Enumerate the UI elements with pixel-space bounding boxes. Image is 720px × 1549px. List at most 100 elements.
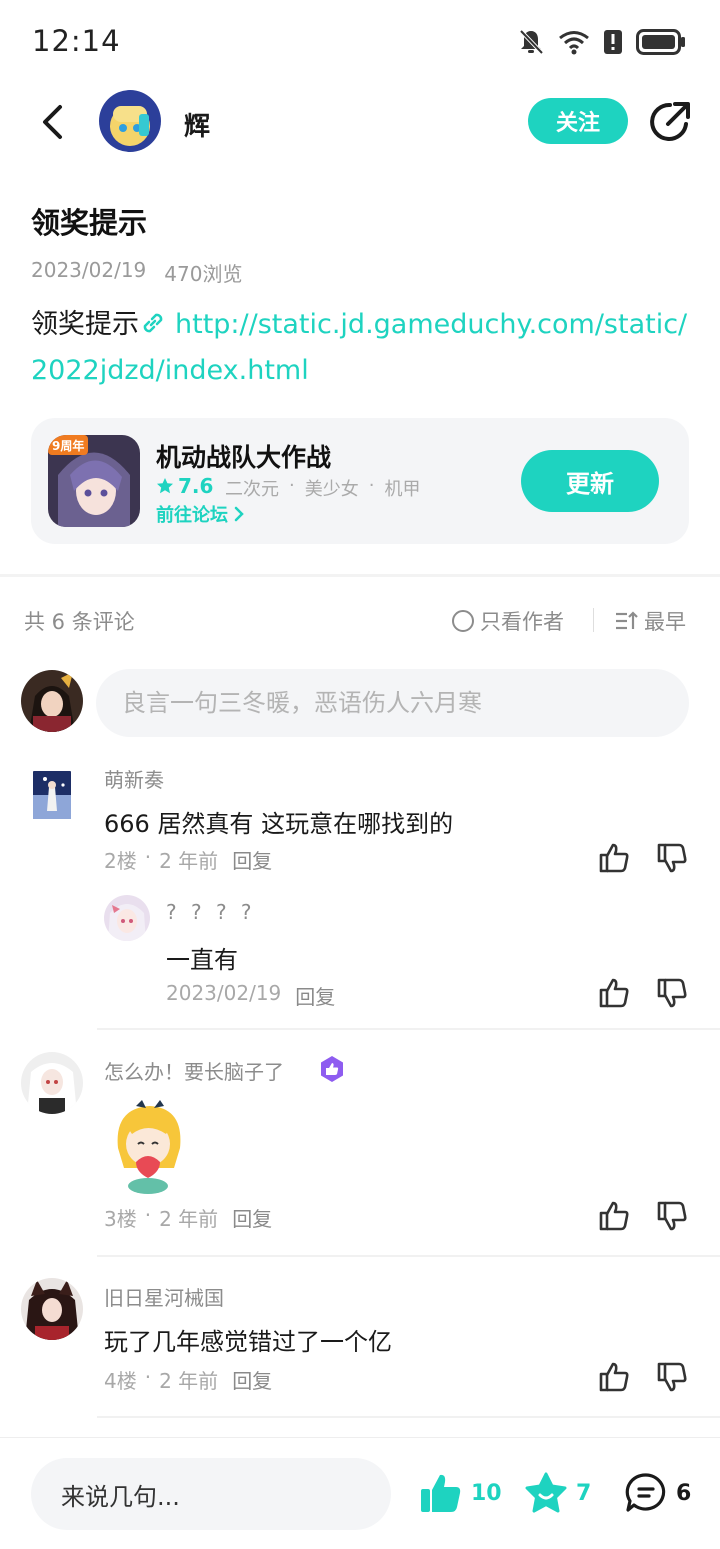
say-something-input[interactable]: 来说几句...	[31, 1458, 391, 1530]
thumb-down-icon[interactable]	[655, 1360, 689, 1394]
reply-button[interactable]: 回复	[232, 1365, 272, 1394]
favorite-button[interactable]: 7	[524, 1472, 591, 1514]
comment-meta: 2楼 · 2 年前 回复	[104, 845, 273, 874]
comment-count: 共 6 条评论	[24, 610, 135, 634]
thumb-up-icon[interactable]	[597, 976, 631, 1010]
comment-time: 2 年前	[159, 1207, 219, 1231]
like-button[interactable]: 10	[419, 1472, 502, 1514]
comment-meta: 3楼 · 2 年前 回复	[104, 1203, 273, 1232]
thumb-down-icon[interactable]	[655, 841, 689, 875]
status-bar: 12:14	[0, 0, 720, 86]
status-time: 12:14	[32, 24, 121, 58]
reply-meta: 2023/02/19 回复	[166, 981, 335, 1010]
game-rating: 7.6	[156, 474, 213, 498]
comment-divider	[97, 1028, 720, 1030]
update-button[interactable]: 更新	[521, 450, 659, 512]
badge-icon	[321, 1056, 343, 1082]
sort-button[interactable]: 最早	[614, 606, 686, 636]
comment-toolbar: 共 6 条评论 只看作者 最早	[0, 600, 720, 640]
comments-count: 6	[676, 1480, 692, 1506]
game-rating-value: 7.6	[178, 474, 214, 498]
star-icon	[157, 478, 173, 494]
game-tags: 二次元 · 美少女 · 机甲	[225, 475, 420, 501]
section-divider	[0, 574, 720, 577]
alert-icon	[604, 30, 622, 54]
comment-divider	[97, 1255, 720, 1257]
battery-icon	[636, 29, 685, 55]
author-avatar[interactable]	[99, 90, 161, 152]
game-tag: 机甲	[384, 479, 421, 500]
favorite-star-icon	[525, 1472, 567, 1513]
comment-text: 玩了几年感觉错过了一个亿	[104, 1328, 392, 1356]
comment-time: 2 年前	[159, 849, 219, 873]
comment-floor: 4楼	[104, 1369, 137, 1393]
comment-icon	[625, 1473, 666, 1512]
circle-icon	[452, 610, 474, 632]
author-name[interactable]: 辉	[184, 106, 210, 143]
follow-button[interactable]: 关注	[528, 98, 628, 144]
commenter-avatar[interactable]	[21, 1278, 83, 1340]
only-author-toggle[interactable]: 只看作者	[452, 606, 564, 636]
reply-button[interactable]: 回复	[232, 845, 272, 874]
reply-avatar[interactable]	[104, 895, 150, 941]
commenter-name[interactable]: 萌新奏	[104, 764, 164, 793]
post-header: 辉 关注	[0, 86, 720, 158]
thumb-down-icon[interactable]	[655, 976, 689, 1010]
post-body-text: 领奖提示	[31, 309, 139, 340]
post-date: 2023/02/19	[31, 258, 147, 282]
tag-dot: ·	[368, 475, 375, 496]
commenter-avatar[interactable]	[21, 1052, 83, 1114]
comment-input-field[interactable]	[96, 669, 689, 737]
chevron-right-icon	[234, 506, 244, 522]
reply-name[interactable]: ? ? ? ?	[166, 900, 256, 924]
game-name: 机动战队大作战	[156, 443, 332, 472]
comment-meta: 4楼 · 2 年前 回复	[104, 1365, 273, 1394]
reply-time: 2023/02/19	[166, 981, 282, 1005]
commenter-avatar[interactable]	[21, 765, 83, 827]
post-views: 470浏览	[164, 262, 243, 286]
tag-dot: ·	[289, 475, 295, 496]
mute-bell-icon	[519, 29, 544, 55]
commenter-name[interactable]: 旧日星河械国	[104, 1282, 224, 1311]
comment-text: 666 居然真有 这玩意在哪找到的	[104, 810, 454, 838]
commenter-name[interactable]: 怎么办！要长脑子了	[104, 1056, 284, 1085]
toolbar-divider	[593, 608, 594, 632]
post-meta: 2023/02/19 470浏览	[31, 258, 242, 287]
reply-text: 一直有	[166, 946, 238, 974]
back-button[interactable]	[30, 96, 74, 148]
sort-icon	[616, 611, 638, 630]
sort-label: 最早	[644, 610, 686, 634]
forum-link-label: 前往论坛	[156, 505, 228, 526]
share-button[interactable]	[648, 100, 692, 144]
thumb-up-icon[interactable]	[597, 1360, 631, 1394]
game-card[interactable]: 9周年 机动战队大作战 7.6 二次元 · 美少女 · 机甲 前往论坛 更新	[31, 418, 689, 544]
only-author-label: 只看作者	[480, 610, 564, 634]
comments-button[interactable]: 6	[624, 1472, 691, 1514]
reply-button[interactable]: 回复	[295, 981, 335, 1010]
wifi-icon	[559, 31, 589, 55]
like-count: 10	[471, 1480, 502, 1506]
game-tag: 二次元	[225, 479, 279, 500]
game-tag: 美少女	[304, 479, 359, 500]
game-icon-badge: 9周年	[52, 438, 84, 453]
back-icon	[43, 105, 62, 139]
comment-time: 2 年前	[159, 1369, 219, 1393]
favorite-count: 7	[576, 1480, 592, 1506]
thumb-down-icon[interactable]	[655, 1199, 689, 1233]
post-body: 领奖提示 http://static.jd.gameduchy.com/stat…	[31, 302, 697, 394]
comment-floor: 3楼	[104, 1207, 137, 1231]
comment-input[interactable]	[96, 669, 689, 737]
my-avatar	[21, 670, 83, 732]
share-icon	[650, 102, 690, 141]
forum-link[interactable]: 前往论坛	[156, 501, 244, 527]
comment-floor: 2楼	[104, 849, 137, 873]
comment-divider	[97, 1416, 720, 1418]
sticker-image	[108, 1098, 190, 1196]
thumb-up-icon[interactable]	[597, 841, 631, 875]
reply-button[interactable]: 回复	[232, 1203, 272, 1232]
thumb-up-icon	[421, 1474, 461, 1512]
bottom-bar: 来说几句... 10 7 6	[0, 1437, 720, 1549]
post-title: 领奖提示	[31, 206, 148, 240]
game-icon: 9周年	[48, 435, 140, 527]
thumb-up-icon[interactable]	[597, 1199, 631, 1233]
